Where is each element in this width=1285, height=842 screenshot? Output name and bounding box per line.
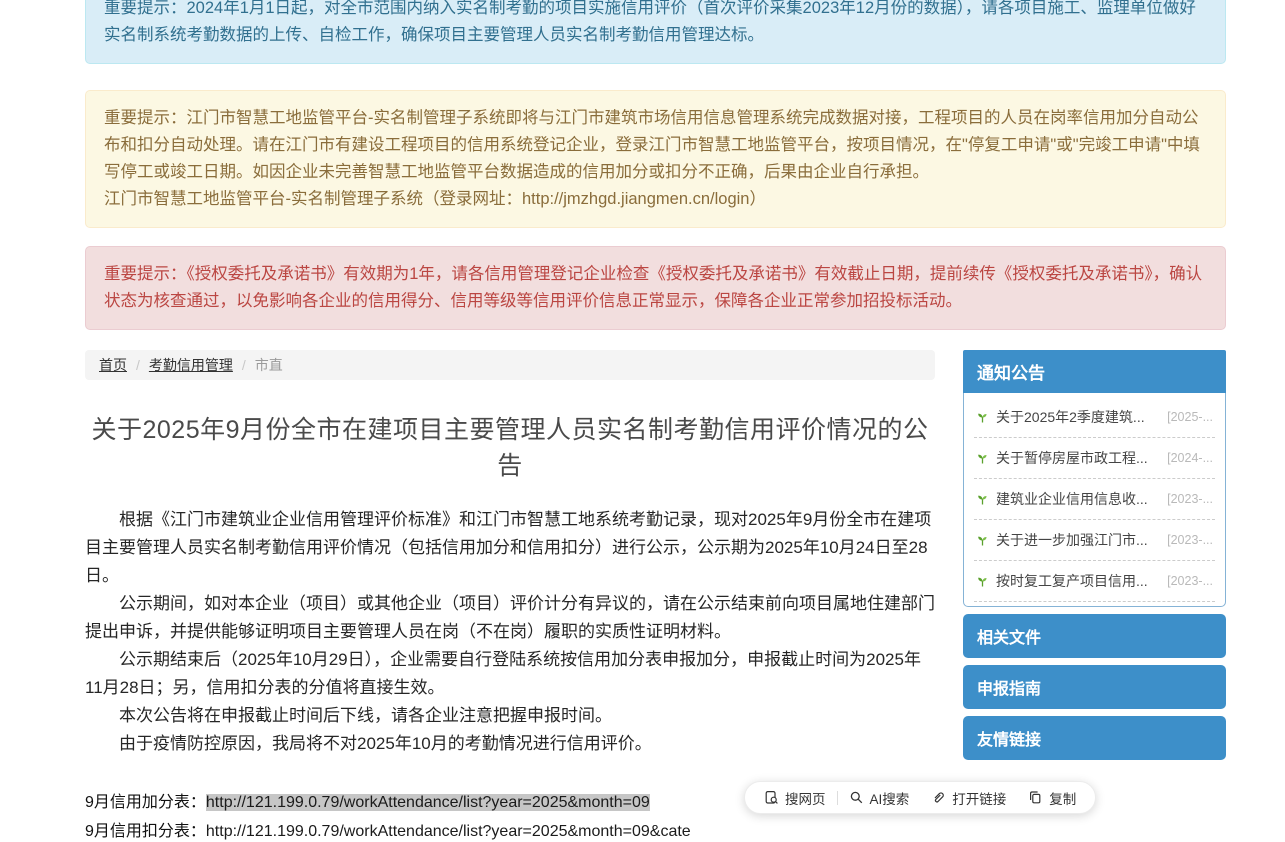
notice-date: [2023-... (1167, 492, 1213, 506)
toolbar-item-label: 打开链接 (952, 788, 1006, 808)
deduction-table-label: 9月信用扣分表： (85, 823, 206, 840)
article-column: 首页 / 考勤信用管理 / 市直 关于2025年9月份全市在建项目主要管理人员实… (85, 350, 935, 842)
copy-icon (1028, 790, 1043, 805)
ai-search-icon (849, 790, 864, 805)
deduction-table-link-row: 9月信用扣分表：http://121.199.0.79/workAttendan… (85, 817, 935, 842)
notice-list-item[interactable]: 关于进一步加强江门市... [2023-... (974, 520, 1215, 561)
toolbar-item-label: 搜网页 (785, 788, 826, 808)
toolbar-item-label: AI搜索 (870, 788, 910, 808)
sidebar-section-related-files[interactable]: 相关文件 (963, 614, 1226, 658)
alert-info-text: 重要提示：2024年1月1日起，对全市范围内纳入实名制考勤的项目实施信用评价（首… (104, 0, 1196, 44)
toolbar-item-copy[interactable]: 复制 (1017, 788, 1087, 808)
notice-title: 关于2025年2季度建筑... (996, 407, 1145, 427)
toolbar-item-ai-search[interactable]: AI搜索 (838, 788, 921, 808)
notice-title: 按时复工复产项目信用... (996, 571, 1148, 591)
selection-toolbar: 搜网页 AI搜索 打开链接 复制 (744, 781, 1096, 814)
notice-list-item[interactable]: 关于暂停房屋市政工程... [2024-... (974, 438, 1215, 479)
sidebar: 通知公告 关于2025年2季度建筑... [2025-... 关于暂停房屋市政工… (963, 350, 1226, 842)
notice-panel-header: 通知公告 (963, 350, 1226, 393)
bonus-table-url-selected[interactable]: http://121.199.0.79/workAttendance/list?… (206, 794, 650, 811)
notice-date: [2025-... (1167, 410, 1213, 424)
notice-title: 建筑业企业信用信息收... (996, 489, 1148, 509)
sprout-icon (976, 411, 989, 424)
notice-date: [2023-... (1167, 533, 1213, 547)
breadcrumb-item-home[interactable]: 首页 (99, 350, 127, 380)
sprout-icon (976, 452, 989, 465)
notice-list-item[interactable]: 按时复工复产项目信用... [2023-... (974, 561, 1215, 602)
alert-warning-text: 重要提示：江门市智慧工地监管平台-实名制管理子系统即将与江门市建筑市场信用信息管… (104, 105, 1207, 186)
notice-panel-body: 关于2025年2季度建筑... [2025-... 关于暂停房屋市政工程... … (963, 393, 1226, 607)
alert-warning-banner: 重要提示：江门市智慧工地监管平台-实名制管理子系统即将与江门市建筑市场信用信息管… (85, 90, 1226, 228)
toolbar-item-label: 复制 (1049, 788, 1076, 808)
article-paragraph: 公示期结束后（2025年10月29日），企业需要自行登陆系统按信用加分表申报加分… (85, 646, 935, 702)
notice-title: 关于暂停房屋市政工程... (996, 448, 1148, 468)
search-web-icon (764, 790, 779, 805)
notice-date: [2023-... (1167, 574, 1213, 588)
deduction-table-url[interactable]: http://121.199.0.79/workAttendance/list?… (206, 823, 691, 840)
toolbar-item-open-link[interactable]: 打开链接 (920, 788, 1017, 808)
page: 重要提示：2024年1月1日起，对全市范围内纳入实名制考勤的项目实施信用评价（首… (0, 0, 1285, 842)
sidebar-section-friendly-links[interactable]: 友情链接 (963, 716, 1226, 760)
sprout-icon (976, 493, 989, 506)
alert-danger-banner: 重要提示：《授权委托及承诺书》有效期为1年，请各信用管理登记企业检查《授权委托及… (85, 246, 1226, 330)
open-link-icon (931, 790, 946, 805)
notice-list-item[interactable]: 关于2025年2季度建筑... [2025-... (974, 397, 1215, 438)
breadcrumb-item-attendance-credit[interactable]: 考勤信用管理 (149, 350, 233, 380)
alert-danger-text: 重要提示：《授权委托及承诺书》有效期为1年，请各信用管理登记企业检查《授权委托及… (104, 265, 1202, 310)
article-paragraph: 根据《江门市建筑业企业信用管理评价标准》和江门市智慧工地系统考勤记录，现对202… (85, 506, 935, 590)
alert-warning-login-url: 江门市智慧工地监管平台-实名制管理子系统（登录网址：http://jmzhgd.… (104, 186, 1207, 213)
breadcrumb-item-current: 市直 (255, 350, 283, 380)
sprout-icon (976, 575, 989, 588)
bonus-table-label: 9月信用加分表： (85, 794, 206, 811)
notice-date: [2024-... (1167, 451, 1213, 465)
page-title: 关于2025年9月份全市在建项目主要管理人员实名制考勤信用评价情况的公告 (85, 410, 935, 482)
article-paragraph: 公示期间，如对本企业（项目）或其他企业（项目）评价计分有异议的，请在公示结束前向… (85, 590, 935, 646)
article-body: 根据《江门市建筑业企业信用管理评价标准》和江门市智慧工地系统考勤记录，现对202… (85, 506, 935, 758)
toolbar-item-search-web[interactable]: 搜网页 (753, 788, 837, 808)
notice-title: 关于进一步加强江门市... (996, 530, 1148, 550)
alert-info-banner: 重要提示：2024年1月1日起，对全市范围内纳入实名制考勤的项目实施信用评价（首… (85, 0, 1226, 64)
article-paragraph: 本次公告将在申报截止时间后下线，请各企业注意把握申报时间。 (85, 702, 935, 730)
sidebar-section-declaration-guide[interactable]: 申报指南 (963, 665, 1226, 709)
sprout-icon (976, 534, 989, 547)
article-paragraph: 由于疫情防控原因，我局将不对2025年10月的考勤情况进行信用评价。 (85, 730, 935, 758)
breadcrumb: 首页 / 考勤信用管理 / 市直 (85, 350, 935, 380)
breadcrumb-separator: / (242, 350, 246, 380)
notice-list-item[interactable]: 建筑业企业信用信息收... [2023-... (974, 479, 1215, 520)
breadcrumb-separator: / (136, 350, 140, 380)
